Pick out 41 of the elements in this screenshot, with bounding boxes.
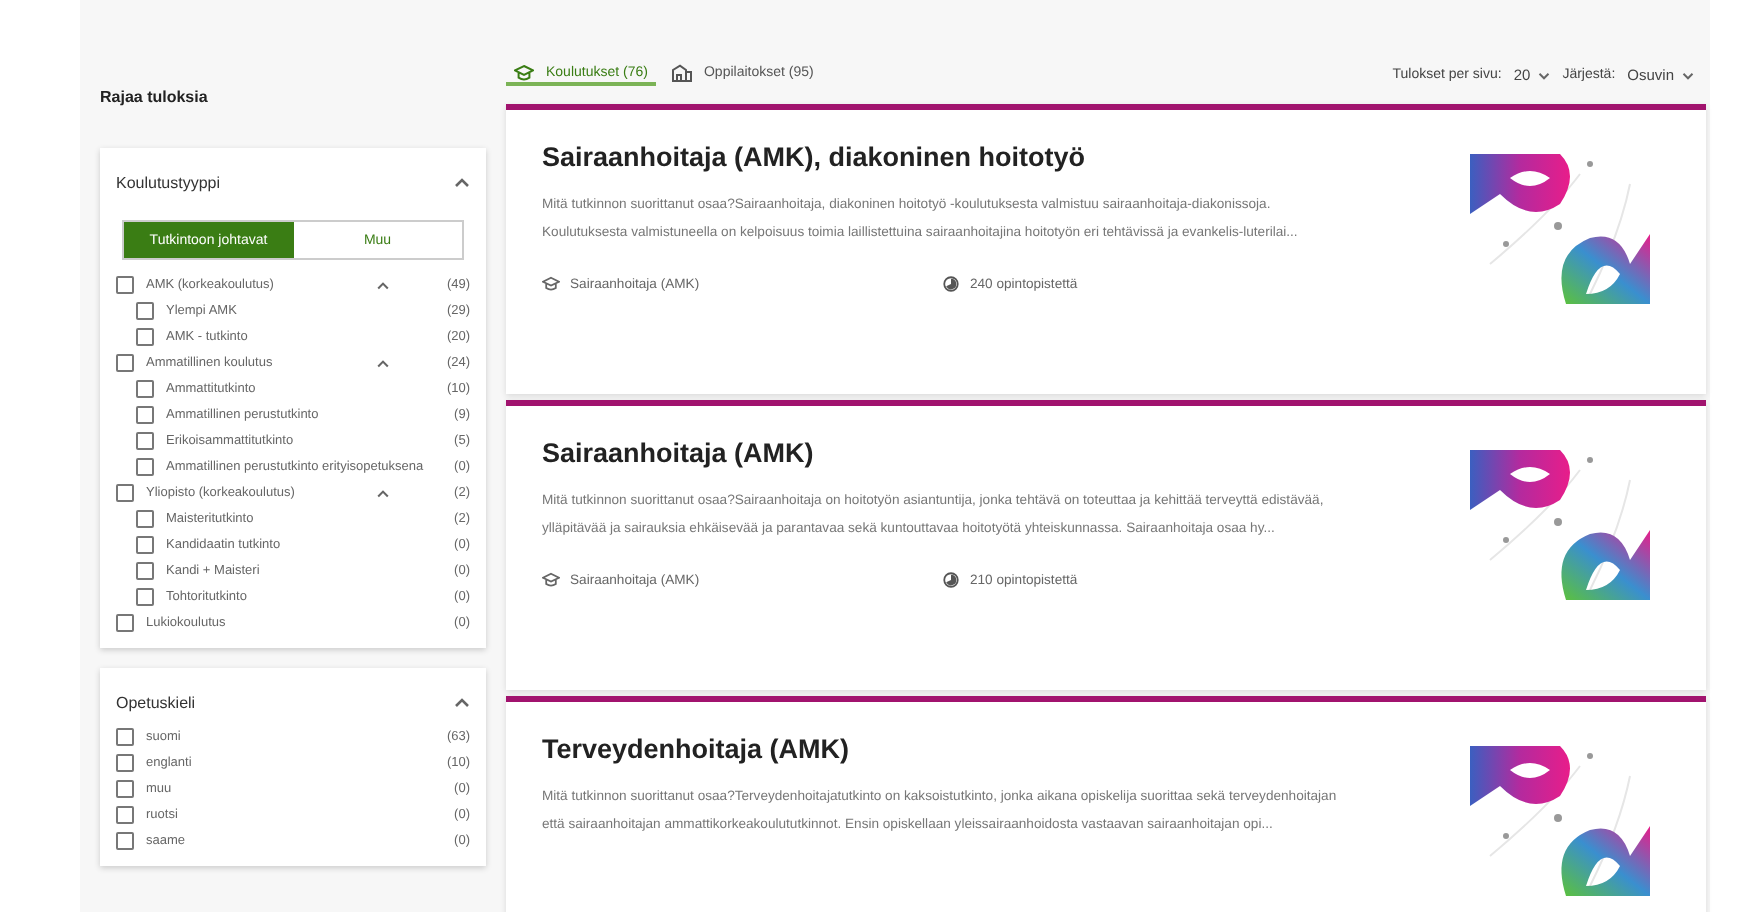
chevron-icon[interactable]	[376, 489, 390, 497]
sidebar-title: Rajaa tuloksia	[100, 88, 208, 106]
checkbox[interactable]	[116, 354, 134, 372]
chevron-icon[interactable]	[454, 177, 470, 187]
chevron-icon[interactable]	[376, 359, 390, 367]
graduation-cap-icon	[514, 64, 534, 82]
checkbox[interactable]	[136, 458, 154, 476]
checkbox[interactable]	[136, 328, 154, 346]
result-title[interactable]: Sairaanhoitaja (AMK)	[542, 438, 1430, 468]
pie-icon	[942, 572, 960, 588]
checkbox[interactable]	[116, 780, 134, 798]
result-card[interactable]	[506, 104, 1706, 394]
checkbox[interactable]	[116, 754, 134, 772]
checkbox[interactable]	[136, 588, 154, 606]
checkbox[interactable]	[116, 728, 134, 746]
checkbox[interactable]	[116, 484, 134, 502]
chevron-icon[interactable]	[454, 697, 470, 707]
checkbox[interactable]	[116, 832, 134, 850]
checkbox[interactable]	[116, 614, 134, 632]
checkbox[interactable]	[136, 432, 154, 450]
filter-title: Koulutustyyppi	[116, 173, 221, 191]
checkbox[interactable]	[136, 536, 154, 554]
graduation-cap-icon	[542, 572, 560, 588]
chevron-icon[interactable]	[376, 281, 390, 289]
result-title[interactable]: Terveydenhoitaja (AMK)	[542, 734, 1430, 764]
checkbox[interactable]	[116, 806, 134, 824]
graduation-cap-icon	[542, 276, 560, 292]
result-title[interactable]: Sairaanhoitaja (AMK), diakoninen hoitotyö	[542, 142, 1430, 172]
result-card[interactable]	[506, 696, 1706, 912]
checkbox[interactable]	[136, 302, 154, 320]
filter-title: Opetuskieli	[116, 693, 196, 711]
checkbox[interactable]	[136, 562, 154, 580]
pie-icon	[942, 276, 960, 292]
checkbox[interactable]	[116, 276, 134, 294]
checkbox[interactable]	[136, 510, 154, 528]
result-card[interactable]	[506, 400, 1706, 690]
chevron-icon	[1538, 71, 1551, 79]
checkbox[interactable]	[136, 406, 154, 424]
chevron-icon	[1682, 71, 1694, 79]
building-icon	[671, 64, 692, 82]
checkbox[interactable]	[136, 380, 154, 398]
